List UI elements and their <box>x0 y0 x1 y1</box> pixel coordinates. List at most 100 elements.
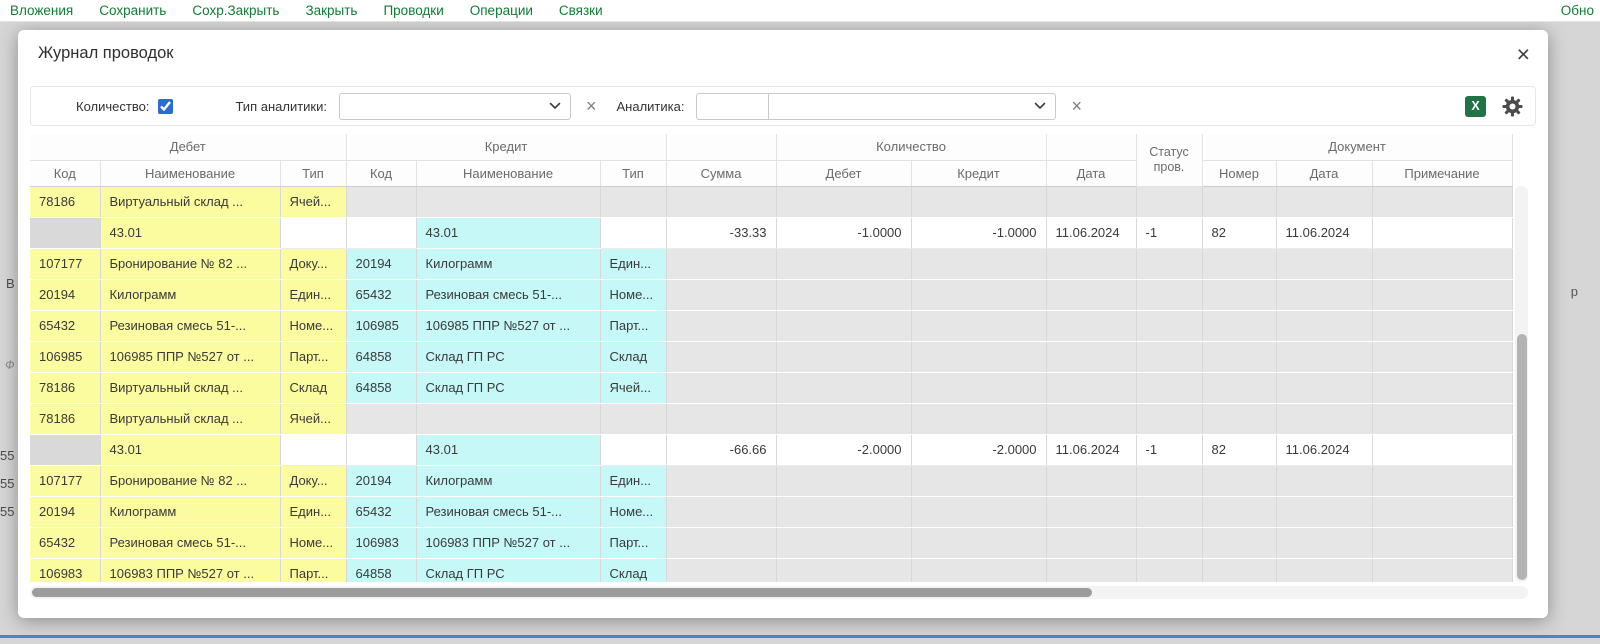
debit-name-cell: 106983 ППР №527 от ... <box>100 558 280 582</box>
sum-cell <box>666 186 776 217</box>
credit-type-cell: Парт... <box>600 527 666 558</box>
posting-detail-row[interactable]: 78186Виртуальный склад ...Ячей... <box>30 403 1512 434</box>
menu-item-postings[interactable]: Проводки <box>383 3 443 18</box>
posting-detail-row[interactable]: 78186Виртуальный склад ...Ячей... <box>30 186 1512 217</box>
menu-item-save[interactable]: Сохранить <box>99 3 166 18</box>
date-cell <box>1046 465 1136 496</box>
doc-date-cell <box>1276 558 1372 582</box>
qty-debit-cell <box>776 496 911 527</box>
qty-debit-cell <box>776 279 911 310</box>
posting-detail-row[interactable]: 20194КилограммЕдин...65432Резиновая смес… <box>30 279 1512 310</box>
vertical-scrollbar[interactable] <box>1515 186 1528 582</box>
credit-code-cell: 20194 <box>346 248 416 279</box>
chevron-down-icon <box>549 102 561 110</box>
credit-name-cell: Склад ГП РС <box>416 341 600 372</box>
gear-icon[interactable] <box>1502 96 1523 117</box>
background-fragment: Ф <box>5 358 15 372</box>
analytics-select[interactable] <box>768 93 1056 120</box>
menu-item-operations[interactable]: Операции <box>470 3 533 18</box>
horizontal-scrollbar-thumb[interactable] <box>32 588 1092 597</box>
posting-detail-row[interactable]: 65432Резиновая смесь 51-...Номе...106985… <box>30 310 1512 341</box>
qty-credit-cell <box>911 496 1046 527</box>
vertical-scrollbar-thumb[interactable] <box>1517 334 1527 580</box>
doc-number-cell <box>1202 465 1276 496</box>
background-fragment: В <box>6 276 15 291</box>
credit-type-cell: Номе... <box>600 496 666 527</box>
debit-type-cell: Парт... <box>280 558 346 582</box>
menu-item-refresh[interactable]: Обно <box>1561 3 1594 18</box>
date-cell <box>1046 279 1136 310</box>
credit-code-cell: 106985 <box>346 310 416 341</box>
posting-summary-row[interactable]: 43.0143.01-66.66-2.0000-2.000011.06.2024… <box>30 434 1512 465</box>
date-cell <box>1046 527 1136 558</box>
status-cell <box>1136 310 1202 341</box>
credit-group-header: Кредит <box>346 134 666 160</box>
credit-code-cell: 64858 <box>346 372 416 403</box>
dialog-title: Журнал проводок <box>38 44 174 63</box>
posting-detail-row[interactable]: 106983106983 ППР №527 от ...Парт...64858… <box>30 558 1512 582</box>
date-cell <box>1046 248 1136 279</box>
sum-cell <box>666 465 776 496</box>
sum-cell: -66.66 <box>666 434 776 465</box>
menu-item-links[interactable]: Связки <box>559 3 603 18</box>
date-cell <box>1046 341 1136 372</box>
analytics-code-input[interactable] <box>696 93 768 120</box>
doc-number-cell <box>1202 527 1276 558</box>
clear-analytics-type-icon[interactable]: × <box>586 98 597 114</box>
debit-type-cell: Склад <box>280 372 346 403</box>
debit-type-cell: Ячей... <box>280 186 346 217</box>
background-accent-line <box>0 635 1600 638</box>
qty-credit-cell: -2.0000 <box>911 434 1046 465</box>
quantity-checkbox[interactable] <box>158 99 173 114</box>
close-icon[interactable]: × <box>1517 44 1530 64</box>
doc-date-cell <box>1276 527 1372 558</box>
doc-date-cell: 11.06.2024 <box>1276 217 1372 248</box>
sum-cell <box>666 372 776 403</box>
debit-code-cell: 65432 <box>30 527 100 558</box>
credit-code-cell <box>346 186 416 217</box>
debit-type-cell <box>280 217 346 248</box>
posting-detail-row[interactable]: 65432Резиновая смесь 51-...Номе...106983… <box>30 527 1512 558</box>
qty-debit-cell <box>776 465 911 496</box>
status-cell <box>1136 341 1202 372</box>
debit-name-cell: 43.01 <box>100 217 280 248</box>
debit-type-cell: Един... <box>280 279 346 310</box>
credit-name-cell: 43.01 <box>416 434 600 465</box>
qty-credit-cell <box>911 558 1046 582</box>
menu-item-attachments[interactable]: Вложения <box>10 3 73 18</box>
quantity-group-header: Количество <box>776 134 1046 160</box>
qty-credit-cell <box>911 403 1046 434</box>
posting-detail-row[interactable]: 107177Бронирование № 82 ...Доку...20194К… <box>30 465 1512 496</box>
debit-name-cell: 43.01 <box>100 434 280 465</box>
credit-name-cell: 43.01 <box>416 217 600 248</box>
posting-detail-row[interactable]: 106985106985 ППР №527 от ...Парт...64858… <box>30 341 1512 372</box>
credit-type-cell: Един... <box>600 465 666 496</box>
sum-cell <box>666 248 776 279</box>
posting-detail-row[interactable]: 78186Виртуальный склад ...Склад64858Скла… <box>30 372 1512 403</box>
posting-detail-row[interactable]: 107177Бронирование № 82 ...Доку...20194К… <box>30 248 1512 279</box>
analytics-type-select[interactable] <box>339 93 571 120</box>
posting-detail-row[interactable]: 20194КилограммЕдин...65432Резиновая смес… <box>30 496 1512 527</box>
credit-name-cell: Склад ГП РС <box>416 558 600 582</box>
excel-export-button[interactable]: X <box>1465 96 1486 117</box>
credit-code-cell: 64858 <box>346 341 416 372</box>
horizontal-scrollbar[interactable] <box>30 586 1528 599</box>
status-cell <box>1136 527 1202 558</box>
menu-item-close[interactable]: Закрыть <box>305 3 357 18</box>
menu-item-save-close[interactable]: Сохр.Закрыть <box>192 3 279 18</box>
debit-type-cell: Доку... <box>280 248 346 279</box>
sum-cell <box>666 527 776 558</box>
credit-type-cell: Склад <box>600 341 666 372</box>
background-fragment: 55 <box>0 504 14 519</box>
credit-type-header: Тип <box>600 160 666 186</box>
note-cell <box>1372 341 1512 372</box>
status-cell: -1 <box>1136 217 1202 248</box>
credit-name-cell: Резиновая смесь 51-... <box>416 279 600 310</box>
date-cell <box>1046 558 1136 582</box>
qty-credit-header: Кредит <box>911 160 1046 186</box>
screen: Вложения Сохранить Сохр.Закрыть Закрыть … <box>0 0 1600 644</box>
sum-cell <box>666 496 776 527</box>
status-column-header: Статус пров. <box>1136 134 1202 186</box>
posting-summary-row[interactable]: 43.0143.01-33.33-1.0000-1.000011.06.2024… <box>30 217 1512 248</box>
clear-analytics-icon[interactable]: × <box>1071 98 1082 114</box>
